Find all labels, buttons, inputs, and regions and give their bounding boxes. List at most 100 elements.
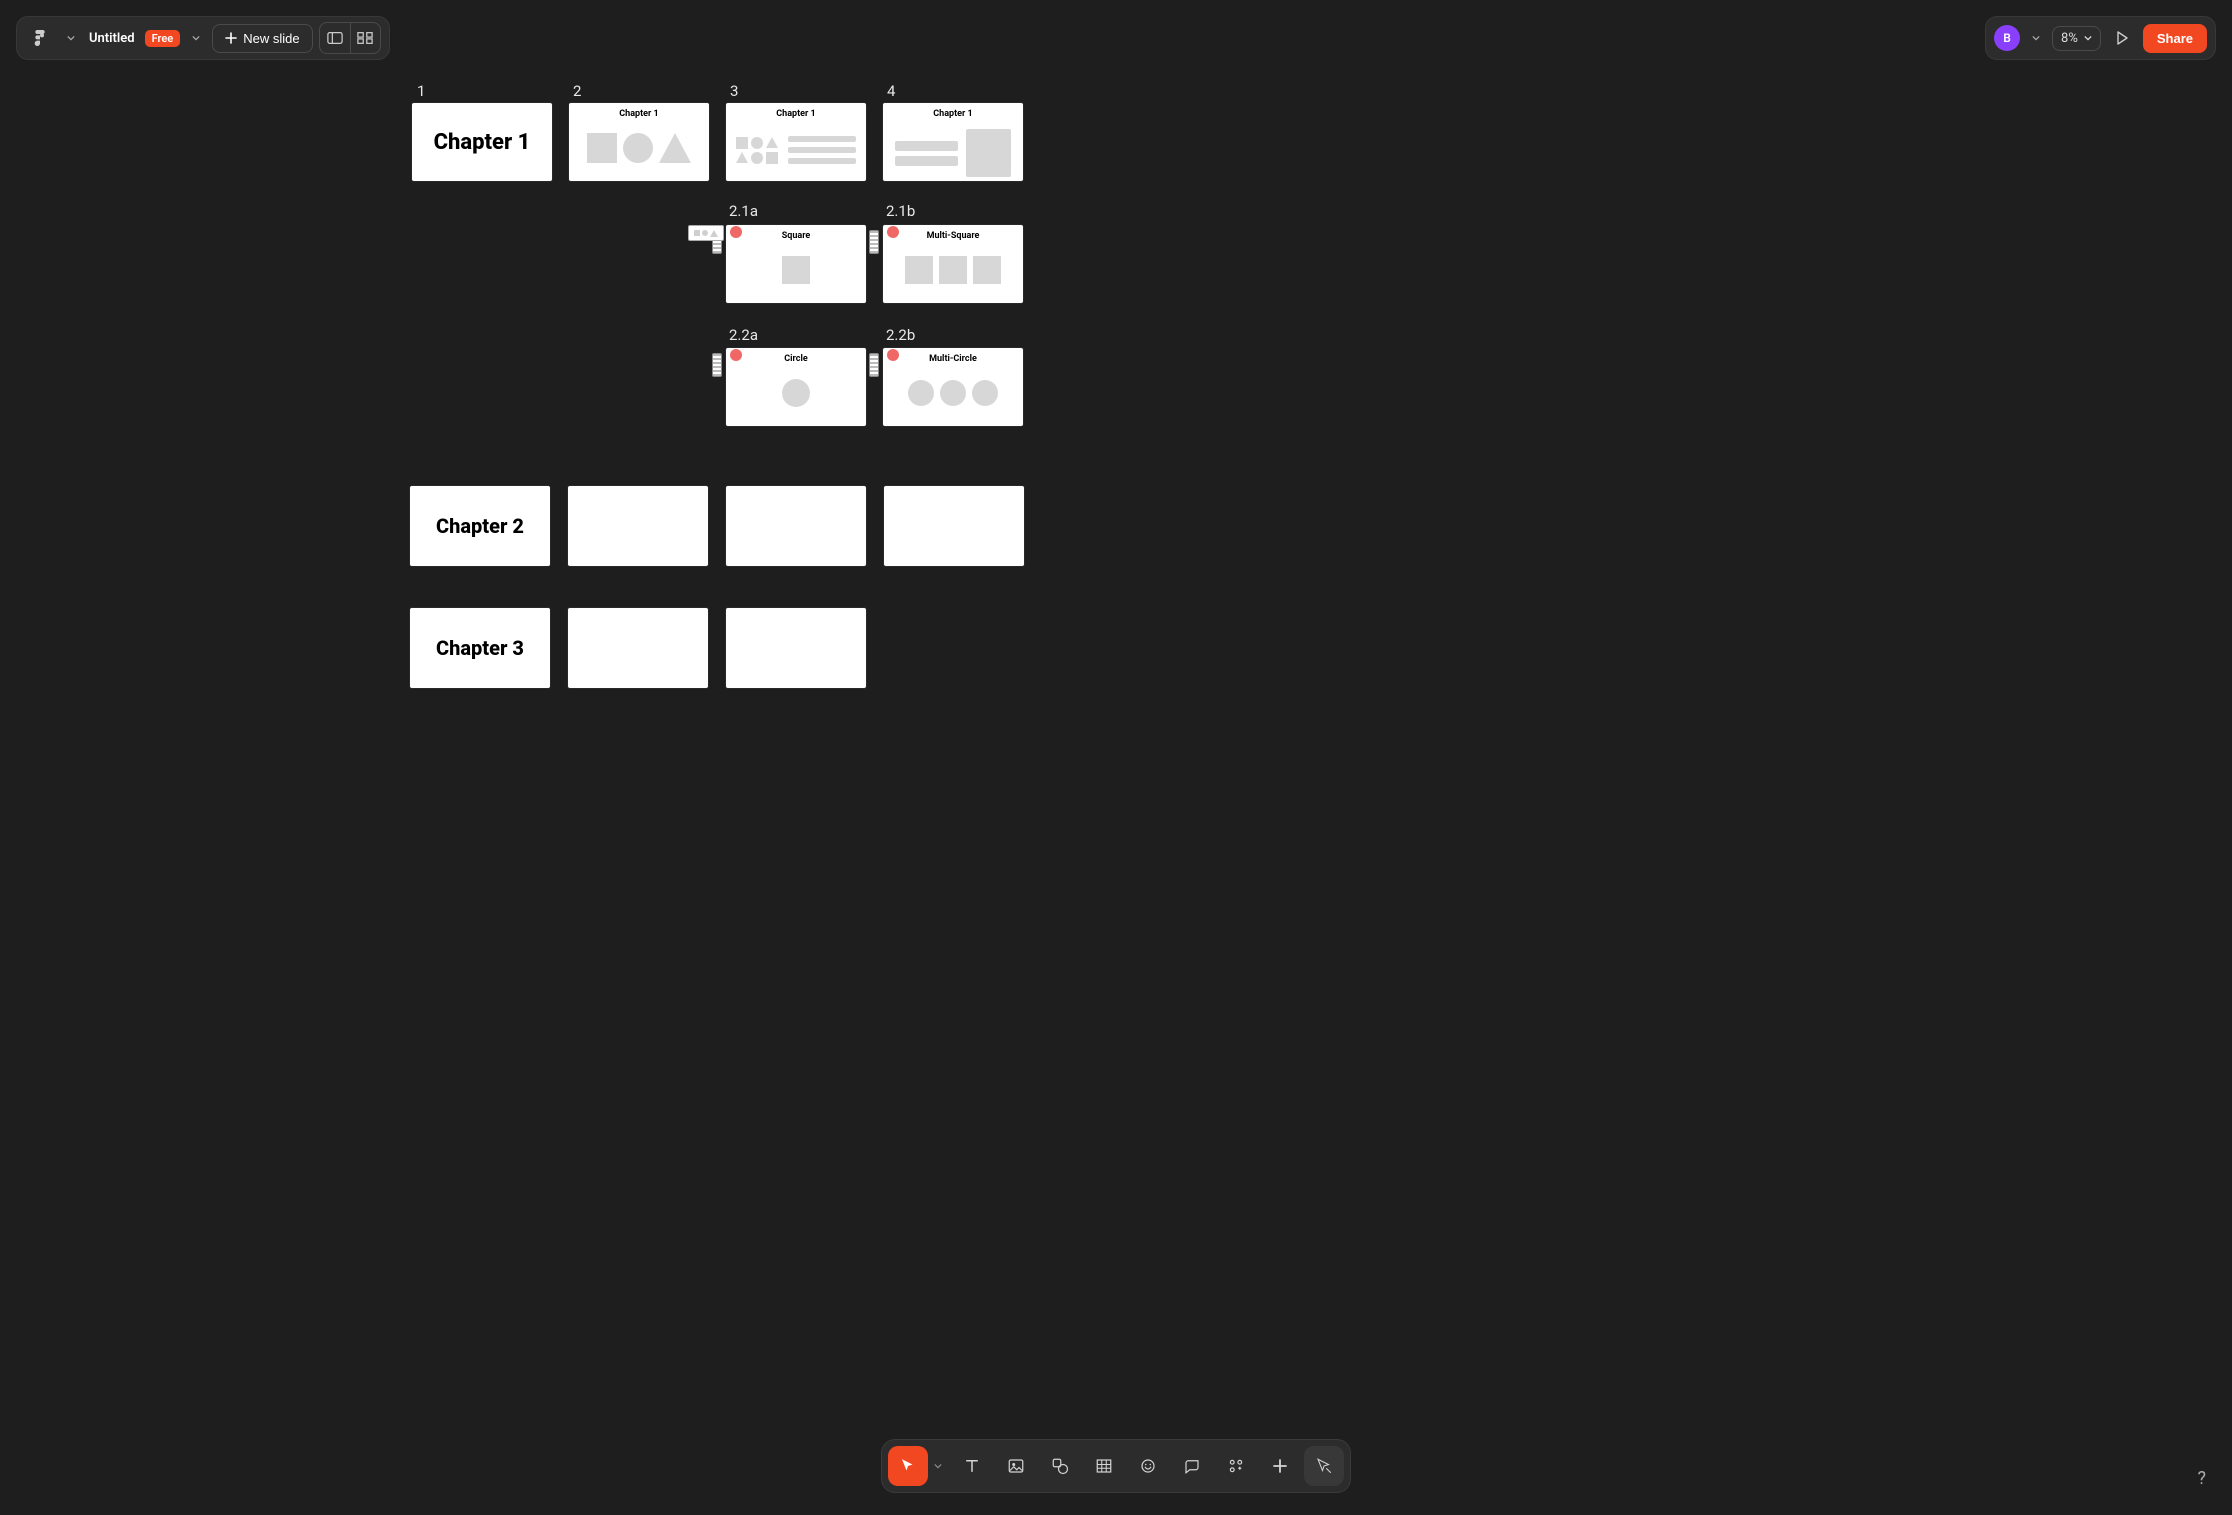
slide-label: 2 <box>573 82 581 100</box>
slide-label: 1 <box>417 82 425 100</box>
slide-label: 4 <box>887 82 895 100</box>
circle-shape <box>782 379 810 407</box>
slide-label: 2.2b <box>886 326 915 344</box>
tool-table[interactable] <box>1084 1446 1124 1486</box>
shape-icon <box>1051 1457 1069 1475</box>
tool-widget[interactable] <box>1128 1446 1168 1486</box>
square-shape <box>973 256 1001 284</box>
circle-shape <box>940 380 966 406</box>
text-line <box>788 158 856 164</box>
slide-subtitle: Multi-Circle <box>883 348 1023 364</box>
slide-body <box>726 119 866 177</box>
square-shape <box>905 256 933 284</box>
circle-shape <box>751 152 763 164</box>
slide-3[interactable]: Chapter 1 <box>726 103 866 181</box>
slide-body <box>883 119 1023 177</box>
skip-indicator[interactable] <box>730 226 742 238</box>
shape-row <box>883 241 1023 299</box>
tool-handoff[interactable] <box>1304 1446 1344 1486</box>
slide-subtitle: Square <box>726 225 866 241</box>
slide-chapter-2[interactable]: Chapter 2 <box>410 486 550 566</box>
comment-icon <box>1183 1457 1201 1475</box>
sticker-icon <box>1139 1457 1157 1475</box>
text-lines <box>895 129 958 177</box>
tool-shape[interactable] <box>1040 1446 1080 1486</box>
tool-comment[interactable] <box>1172 1446 1212 1486</box>
return-minimap[interactable] <box>688 225 724 241</box>
image-placeholder <box>966 129 1011 177</box>
slide-2-2a[interactable]: Circle <box>726 348 866 426</box>
skip-indicator[interactable] <box>887 226 899 238</box>
slide-label: 2.1b <box>886 202 915 220</box>
shape-row <box>726 241 866 299</box>
skip-indicator[interactable] <box>730 349 742 361</box>
slide-label: 3 <box>730 82 738 100</box>
slide-empty[interactable] <box>726 608 866 688</box>
slide-2-1a[interactable]: Square <box>726 225 866 303</box>
tool-component[interactable] <box>1216 1446 1256 1486</box>
slide-empty[interactable] <box>884 486 1024 566</box>
text-line <box>895 156 958 166</box>
circle-shape <box>972 380 998 406</box>
tool-move[interactable] <box>888 1446 928 1486</box>
slide-2-1b[interactable]: Multi-Square <box>883 225 1023 303</box>
canvas[interactable]: 1 2 3 4 Chapter 1 Chapter 1 Chapter 1 <box>0 0 2232 1515</box>
drag-handle[interactable] <box>869 353 879 377</box>
mini-triangle-icon <box>710 230 718 237</box>
square-shape <box>782 256 810 284</box>
slide-subtitle: Multi-Square <box>883 225 1023 241</box>
slide-2-2b[interactable]: Multi-Circle <box>883 348 1023 426</box>
tool-image[interactable] <box>996 1446 1036 1486</box>
slide-title: Chapter 1 <box>412 103 552 181</box>
triangle-shape <box>766 137 778 148</box>
slide-title: Chapter 3 <box>410 608 550 688</box>
slide-chapter-3[interactable]: Chapter 3 <box>410 608 550 688</box>
drag-handle[interactable] <box>712 353 722 377</box>
slide-subtitle: Circle <box>726 348 866 364</box>
drag-handle[interactable] <box>869 230 879 254</box>
square-shape <box>736 137 748 149</box>
component-icon <box>1227 1457 1245 1475</box>
slide-empty[interactable] <box>568 608 708 688</box>
square-shape <box>939 256 967 284</box>
help-button[interactable]: ? <box>2197 1468 2206 1489</box>
circle-shape <box>623 133 653 163</box>
slide-label: 2.1a <box>729 202 758 220</box>
text-line <box>788 136 856 142</box>
slide-label: 2.2a <box>729 326 758 344</box>
skip-indicator[interactable] <box>887 349 899 361</box>
dev-icon <box>1315 1457 1333 1475</box>
shape-grid <box>736 137 778 164</box>
cursor-icon <box>899 1457 917 1475</box>
circle-shape <box>908 380 934 406</box>
slide-empty[interactable] <box>568 486 708 566</box>
slide-2[interactable]: Chapter 1 <box>569 103 709 181</box>
square-shape <box>766 152 778 164</box>
chevron-down-icon <box>934 1462 942 1470</box>
slide-subtitle: Chapter 1 <box>569 103 709 119</box>
text-line <box>788 147 856 153</box>
tool-move-caret[interactable] <box>928 1446 948 1486</box>
triangle-shape <box>659 133 691 163</box>
tool-add[interactable] <box>1260 1446 1300 1486</box>
mini-circle-icon <box>702 230 708 236</box>
table-icon <box>1095 1457 1113 1475</box>
help-label: ? <box>2197 1468 2206 1489</box>
text-icon <box>963 1457 981 1475</box>
square-shape <box>587 133 617 163</box>
slide-subtitle: Chapter 1 <box>726 103 866 119</box>
text-line <box>895 141 958 151</box>
slide-4[interactable]: Chapter 1 <box>883 103 1023 181</box>
circle-shape <box>751 137 763 149</box>
image-icon <box>1007 1457 1025 1475</box>
slide-subtitle: Chapter 1 <box>883 103 1023 119</box>
tool-text[interactable] <box>952 1446 992 1486</box>
mini-square-icon <box>694 230 700 236</box>
slide-empty[interactable] <box>726 486 866 566</box>
shape-row <box>569 119 709 177</box>
slide-title: Chapter 2 <box>410 486 550 566</box>
plus-icon <box>1272 1458 1288 1474</box>
slide-1[interactable]: Chapter 1 <box>412 103 552 181</box>
shape-row <box>726 364 866 422</box>
bottom-toolbar <box>881 1439 1351 1493</box>
